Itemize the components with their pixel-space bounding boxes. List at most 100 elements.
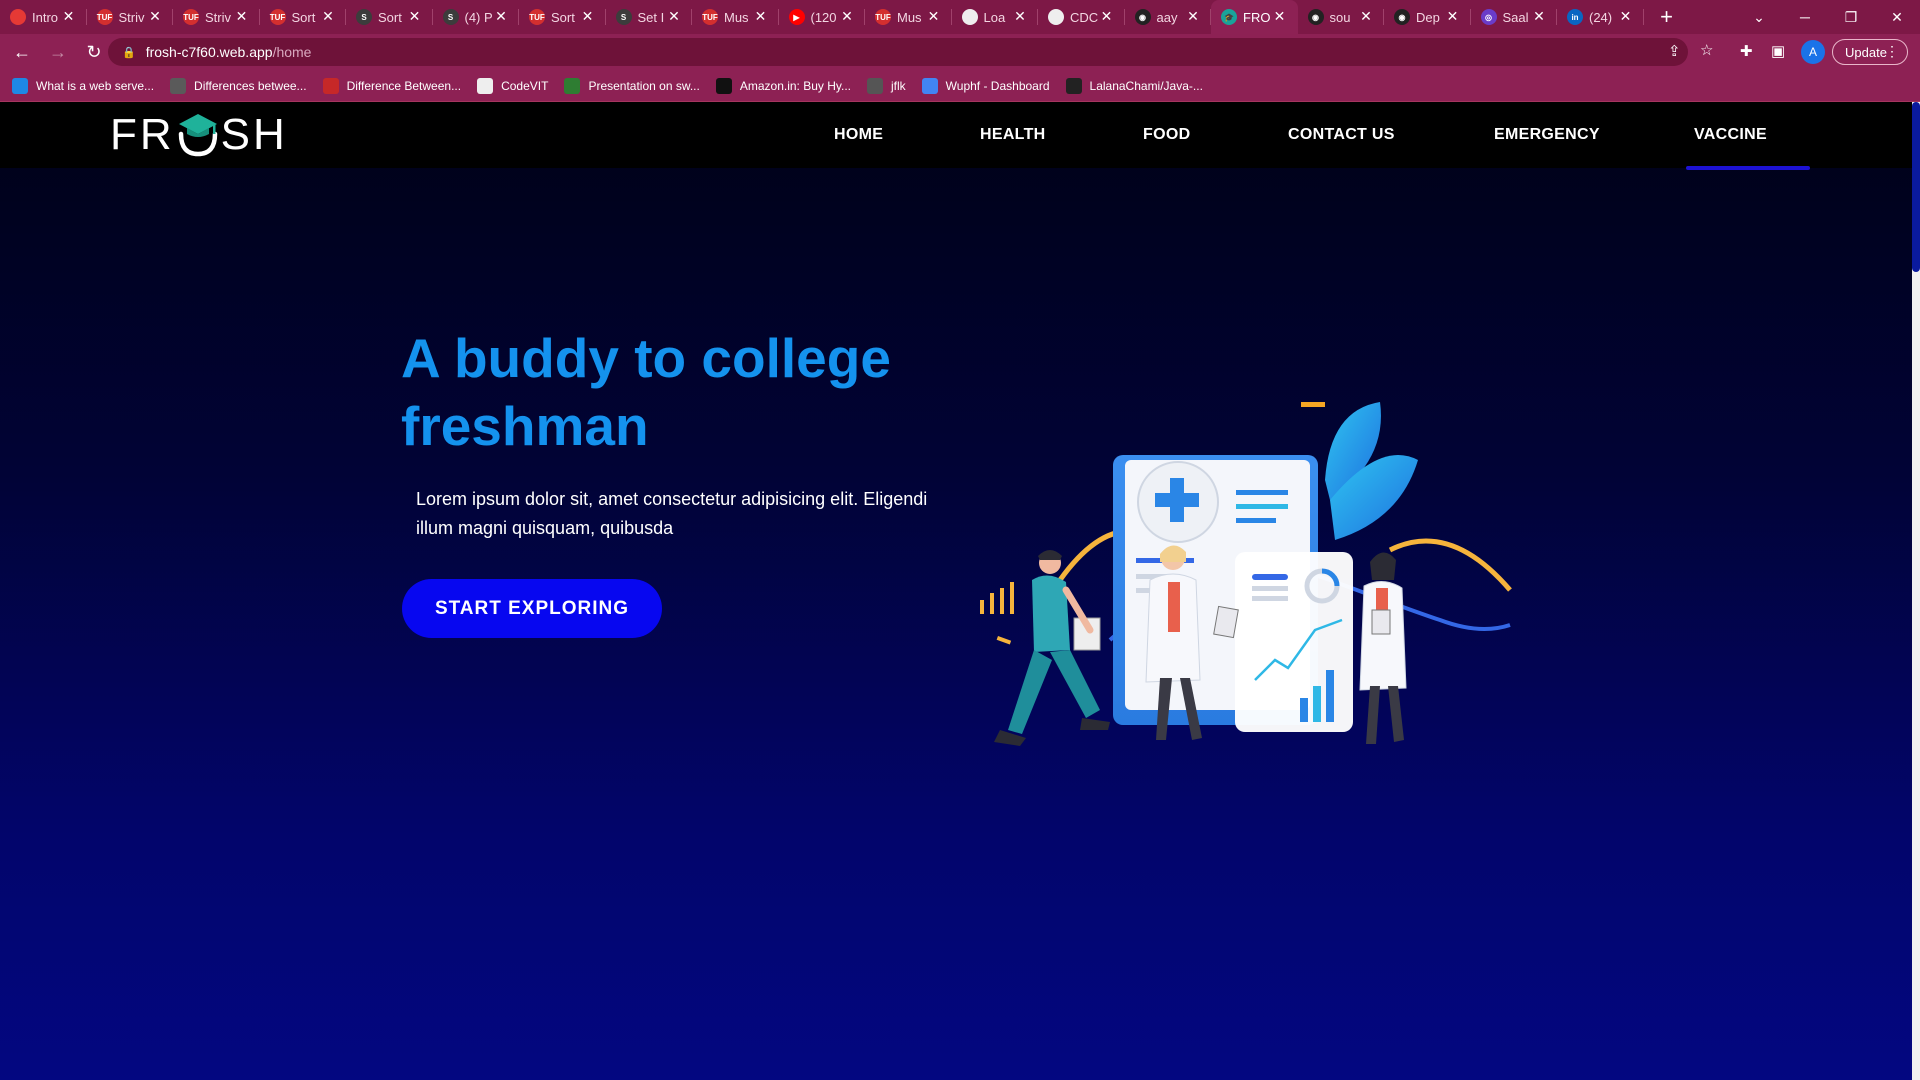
nav-health[interactable]: HEALTH [980,126,1046,144]
bookmark-item[interactable]: Difference Between... [322,77,461,94]
close-tab-icon[interactable]: ✕ [926,8,942,25]
browser-tab[interactable]: TUF Sort ✕ [260,0,346,34]
scrollbar-thumb[interactable] [1912,102,1920,272]
bookmark-label: Presentation on sw... [588,78,700,93]
tab-title: aay [1156,9,1178,25]
bookmark-label: CodeVIT [501,78,549,93]
nav-food[interactable]: FOOD [1143,126,1190,144]
tab-title: Dep [1416,9,1440,25]
tab-title: Set I [637,9,665,25]
close-tab-icon[interactable]: ✕ [1012,8,1028,25]
close-tab-icon[interactable]: ✕ [1445,8,1461,25]
reload-button[interactable]: ↻ [80,38,108,66]
bookmark-favicon-icon [921,77,938,94]
tab-title: Striv [118,9,145,25]
tab-favicon-icon: TUF [702,9,718,25]
nav-vaccine[interactable]: VACCINE [1694,126,1767,144]
close-tab-icon[interactable]: ✕ [1272,8,1288,25]
bookmark-item[interactable]: jflk [867,77,906,94]
page-scrollbar[interactable] [1912,102,1920,1080]
bookmark-item[interactable]: CodeVIT [477,77,549,94]
bookmark-star-icon[interactable]: ☆ [1700,41,1713,59]
bookmark-item[interactable]: Wuphf - Dashboard [921,77,1050,94]
start-exploring-button[interactable]: START EXPLORING [402,579,662,638]
browser-tab[interactable]: TUF Mus ✕ [865,0,952,34]
tab-favicon-icon [1048,9,1064,25]
browser-tab[interactable]: ◉ sou ✕ [1298,0,1384,34]
bookmark-label: Differences betwee... [194,78,307,93]
bookmark-label: Amazon.in: Buy Hy... [739,78,851,93]
update-button[interactable]: Update ⋮ [1832,39,1908,65]
url-host: frosh-c7f60.web.app [145,44,273,60]
close-tab-icon[interactable]: ✕ [234,8,250,25]
bookmark-item[interactable]: Differences betwee... [170,77,307,94]
browser-tab[interactable]: S Set I ✕ [606,0,692,34]
share-icon[interactable]: ⇪ [1668,42,1681,60]
close-tab-icon[interactable]: ✕ [61,8,77,25]
close-tab-icon[interactable]: ✕ [1618,8,1634,25]
browser-tab[interactable]: ▶ (120 ✕ [779,0,865,34]
minimize-button[interactable]: ─ [1782,0,1828,34]
close-tab-icon[interactable]: ✕ [147,8,163,25]
bookmark-item[interactable]: Amazon.in: Buy Hy... [715,77,851,94]
tab-favicon-icon: TUF [96,9,113,25]
browser-tab[interactable]: CDC ✕ [1038,0,1125,34]
close-tab-icon[interactable]: ✕ [753,8,769,25]
close-tab-icon[interactable]: ✕ [580,8,596,25]
lock-icon: 🔒 [122,46,136,59]
tab-favicon-icon: S [615,9,632,25]
browser-tab[interactable]: Loa ✕ [952,0,1038,34]
bookmark-favicon-icon [867,77,883,94]
bookmark-item[interactable]: What is a web serve... [12,77,154,94]
bookmark-favicon-icon [715,77,732,94]
active-nav-indicator [1686,166,1810,170]
forward-button[interactable]: → [44,38,72,66]
browser-tab[interactable]: TUF Sort ✕ [519,0,606,34]
close-tab-icon[interactable]: ✕ [666,8,682,25]
tab-search-chevron-icon[interactable]: ⌄ [1736,0,1782,34]
close-window-button[interactable]: ✕ [1874,0,1920,34]
bookmark-favicon-icon [170,77,187,94]
bookmark-item[interactable]: LalanaChami/Java-... [1065,77,1203,94]
close-tab-icon[interactable]: ✕ [1531,8,1547,25]
close-tab-icon[interactable]: ✕ [839,8,855,25]
browser-tab[interactable]: in (24) ✕ [1557,0,1644,34]
nav-emergency[interactable]: EMERGENCY [1494,126,1600,144]
tab-favicon-icon: 🎓 [1221,9,1237,25]
tab-title: (24) [1589,9,1613,25]
browser-tab[interactable]: S Sort ✕ [346,0,433,34]
browser-tab[interactable]: S (4) P ✕ [433,0,519,34]
extensions-icon[interactable]: ✚ [1740,42,1753,60]
browser-tab[interactable]: TUF Striv ✕ [87,0,173,34]
bookmark-item[interactable]: Presentation on sw... [564,77,700,94]
tab-favicon-icon: ◉ [1307,9,1324,25]
back-button[interactable]: ← [8,38,36,66]
new-tab-button[interactable]: + [1650,0,1684,34]
browser-tab[interactable]: ◉ aay ✕ [1125,0,1211,34]
browser-tab[interactable]: ◉ Dep ✕ [1384,0,1471,34]
nav-contact[interactable]: CONTACT US [1288,126,1395,144]
nav-home[interactable]: HOME [834,126,883,144]
close-tab-icon[interactable]: ✕ [1358,8,1374,25]
tab-favicon-icon [961,9,978,25]
browser-tab[interactable]: TUF Striv ✕ [173,0,260,34]
tab-title: CDC [1070,9,1098,25]
browser-tab[interactable]: Intro ✕ [0,0,87,34]
tab-favicon-icon: ◉ [1394,9,1410,25]
close-tab-icon[interactable]: ✕ [493,8,509,25]
side-panel-icon[interactable]: ▣ [1771,42,1785,60]
close-tab-icon[interactable]: ✕ [1185,8,1201,25]
page-viewport: FR SH HOME HEALTH FOOD CONTACT US EMERGENCY V… [0,102,1920,1080]
browser-tab[interactable]: TUF Mus ✕ [692,0,779,34]
close-tab-icon[interactable]: ✕ [407,8,423,25]
tab-title: (4) P [464,9,493,25]
close-tab-icon[interactable]: ✕ [1099,8,1115,25]
address-bar[interactable]: 🔒 frosh-c7f60.web.app/home [108,38,1688,66]
profile-avatar[interactable]: A [1801,40,1825,64]
menu-dots-icon[interactable]: ⋮ [1885,43,1899,60]
restore-button[interactable]: ❐ [1828,0,1874,34]
browser-tab[interactable]: 🎓 FRO ✕ [1211,0,1298,34]
browser-tab[interactable]: ◎ Saal ✕ [1471,0,1557,34]
close-tab-icon[interactable]: ✕ [320,8,336,25]
tab-title: Mus [724,9,749,25]
